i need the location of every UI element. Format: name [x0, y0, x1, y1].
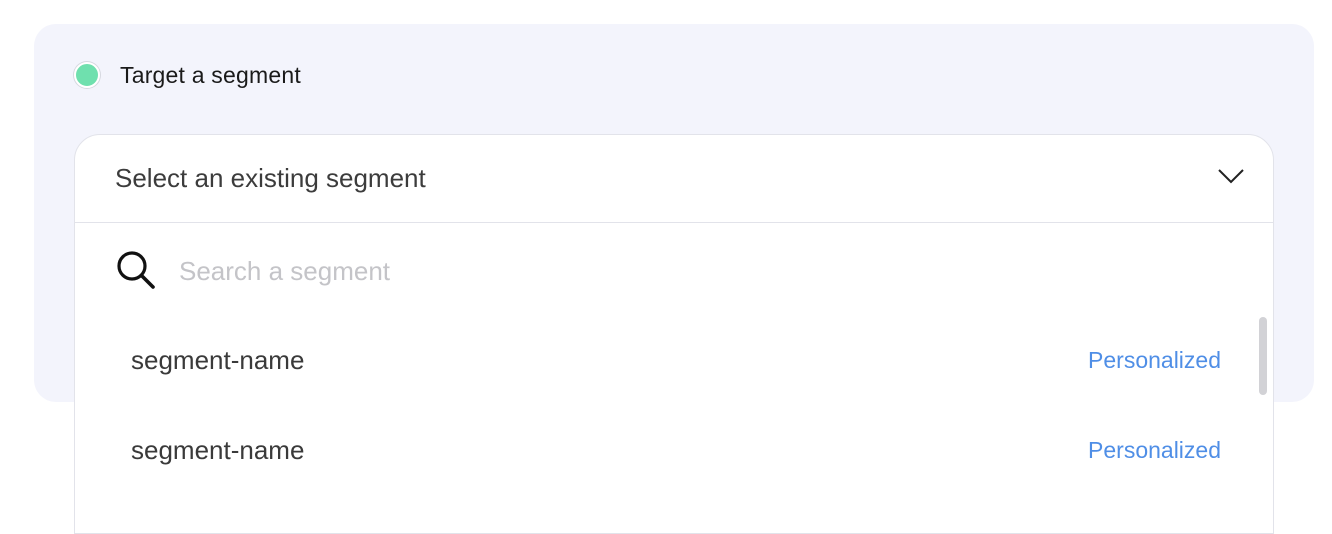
list-item[interactable]: segment-name Personalized — [75, 319, 1273, 409]
segment-item-name: segment-name — [131, 345, 305, 375]
chevron-down-icon[interactable] — [1217, 167, 1245, 185]
segment-dropdown: Select an existing segment segment-name … — [74, 134, 1274, 534]
list-scrollbar[interactable] — [1259, 317, 1267, 395]
segment-search-input[interactable] — [179, 249, 1079, 293]
target-segment-radio[interactable] — [74, 62, 100, 88]
segment-item-tag: Personalized — [1088, 347, 1221, 373]
search-icon — [117, 251, 155, 289]
segment-list: segment-name Personalized segment-name P… — [75, 319, 1273, 499]
list-item[interactable]: segment-name Personalized — [75, 409, 1273, 499]
segment-select[interactable]: Select an existing segment — [75, 135, 1273, 223]
segment-search-row — [75, 223, 1273, 319]
target-segment-option[interactable]: Target a segment — [74, 60, 301, 90]
segment-item-name: segment-name — [131, 435, 305, 465]
segment-select-label: Select an existing segment — [115, 163, 426, 193]
segment-item-tag: Personalized — [1088, 437, 1221, 463]
target-segment-label[interactable]: Target a segment — [120, 62, 301, 89]
